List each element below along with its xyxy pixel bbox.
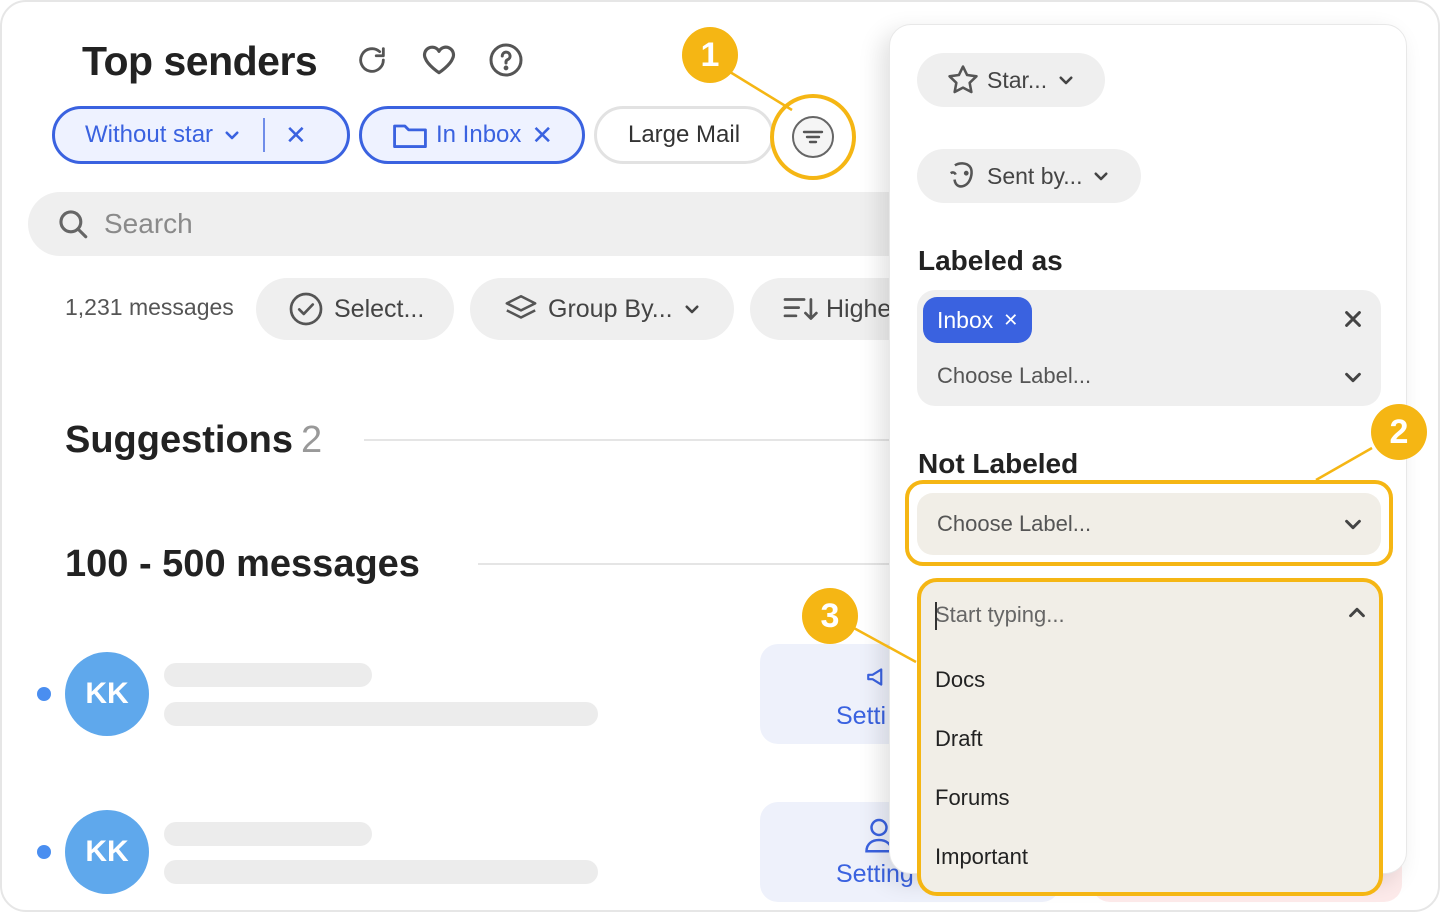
callout-badge: 2	[1371, 404, 1427, 460]
callout-badge: 3	[802, 588, 858, 644]
callout-badge: 1	[682, 27, 738, 83]
app-window: Top senders Without star ✕ In Inbox ✕ La…	[0, 0, 1440, 912]
callout-lines	[729, 70, 1373, 664]
